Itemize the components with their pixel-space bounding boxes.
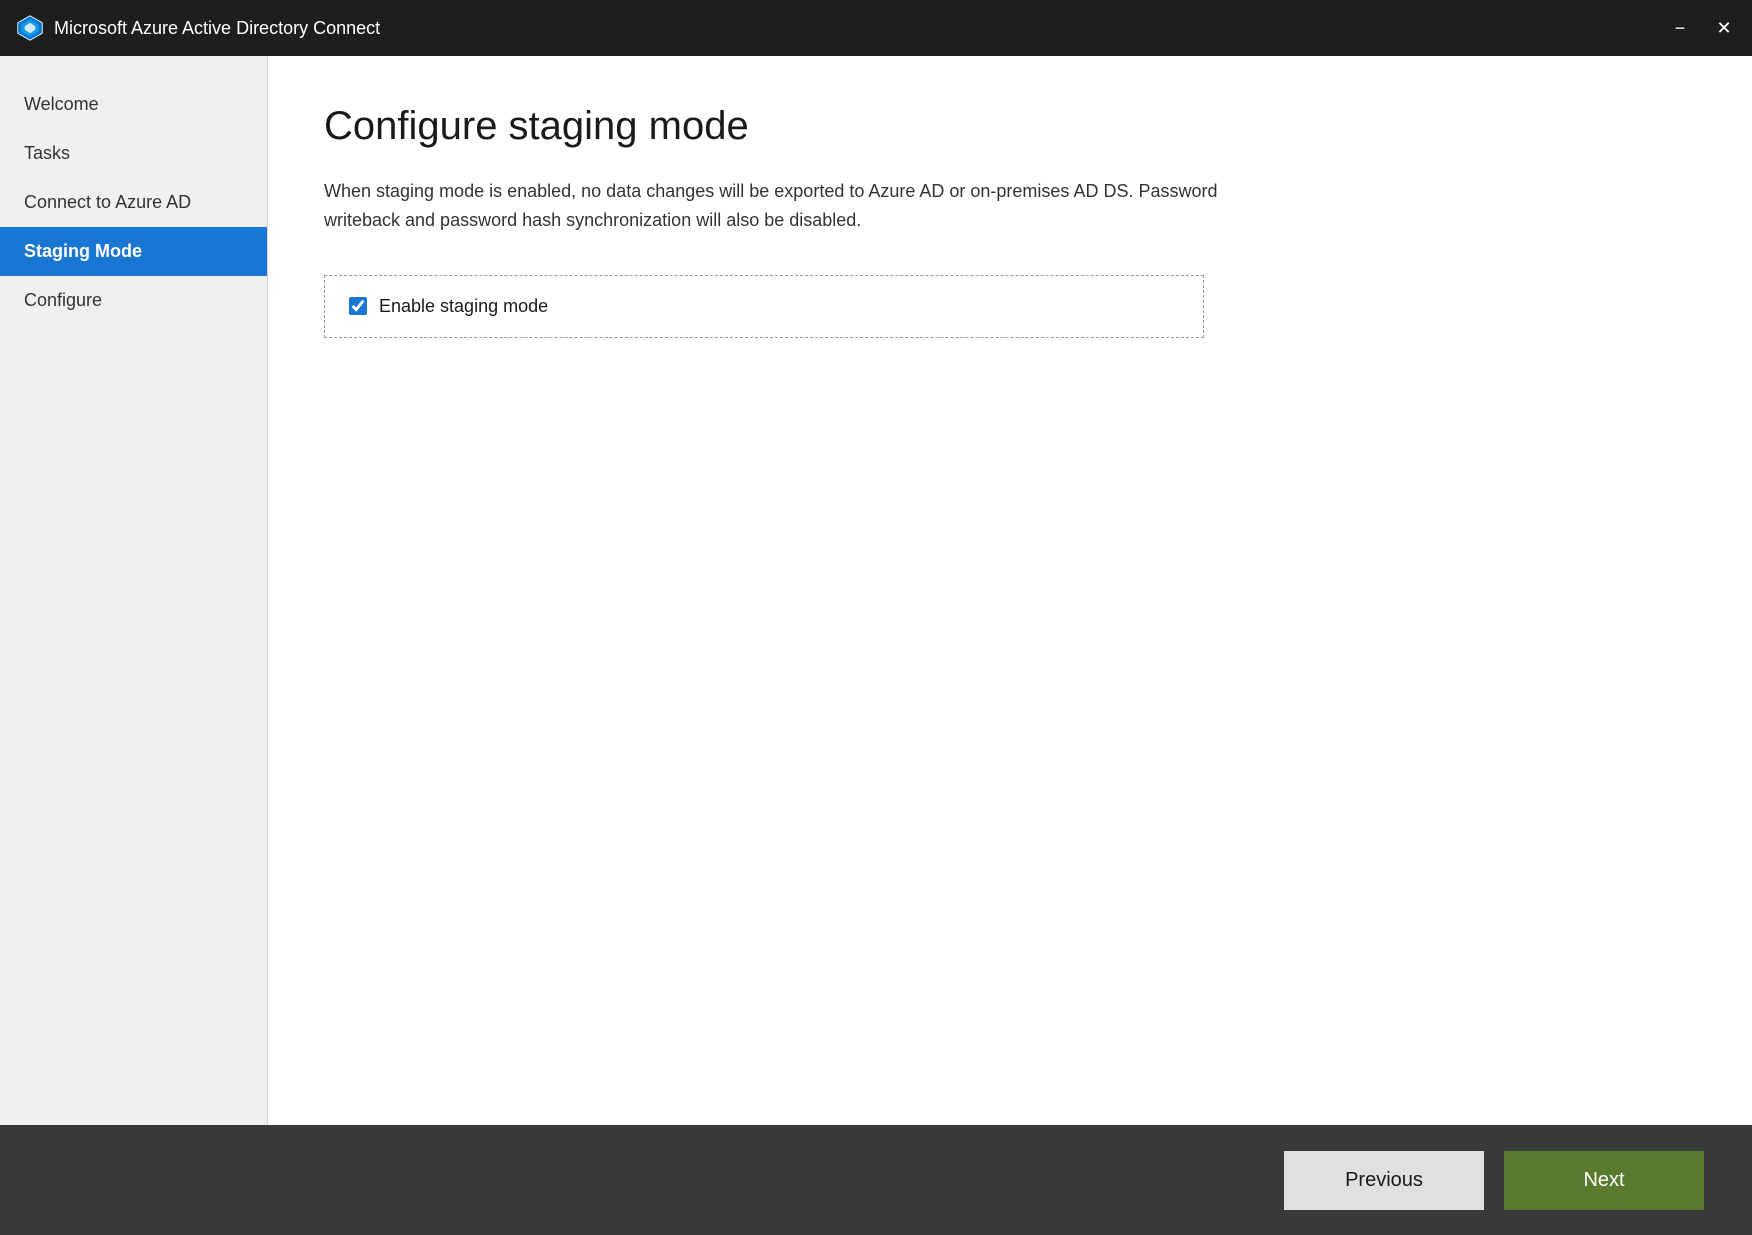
minimize-button[interactable]: − <box>1668 16 1692 40</box>
content-area: Welcome Tasks Connect to Azure AD Stagin… <box>0 56 1752 1125</box>
titlebar: Microsoft Azure Active Directory Connect… <box>0 0 1752 56</box>
app-window: Microsoft Azure Active Directory Connect… <box>0 0 1752 1235</box>
enable-staging-mode-checkbox[interactable] <box>349 297 367 315</box>
close-button[interactable]: ✕ <box>1712 16 1736 40</box>
titlebar-title: Microsoft Azure Active Directory Connect <box>54 18 380 39</box>
enable-staging-mode-label: Enable staging mode <box>379 296 548 317</box>
spacer <box>324 338 1696 1077</box>
sidebar-item-welcome[interactable]: Welcome <box>0 80 267 129</box>
azure-ad-connect-icon <box>16 14 44 42</box>
titlebar-controls: − ✕ <box>1668 16 1736 40</box>
sidebar-item-connect-azure-ad[interactable]: Connect to Azure AD <box>0 178 267 227</box>
sidebar: Welcome Tasks Connect to Azure AD Stagin… <box>0 56 268 1125</box>
sidebar-item-tasks[interactable]: Tasks <box>0 129 267 178</box>
footer: Previous Next <box>0 1125 1752 1235</box>
sidebar-item-configure[interactable]: Configure <box>0 276 267 325</box>
previous-button[interactable]: Previous <box>1284 1151 1484 1210</box>
titlebar-left: Microsoft Azure Active Directory Connect <box>16 14 380 42</box>
page-title: Configure staging mode <box>324 104 1696 149</box>
next-button[interactable]: Next <box>1504 1151 1704 1210</box>
sidebar-item-staging-mode[interactable]: Staging Mode <box>0 227 267 276</box>
description: When staging mode is enabled, no data ch… <box>324 177 1224 235</box>
enable-staging-mode-checkbox-container[interactable]: Enable staging mode <box>324 275 1204 338</box>
main-content: Configure staging mode When staging mode… <box>268 56 1752 1125</box>
